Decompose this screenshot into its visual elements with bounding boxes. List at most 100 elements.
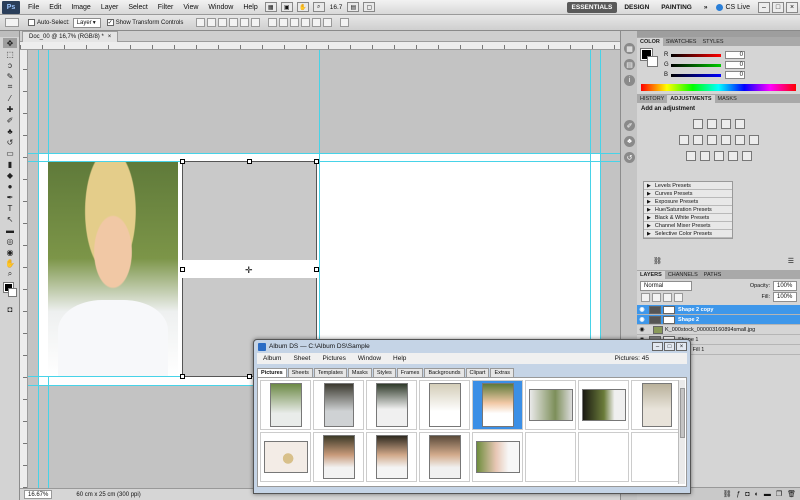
3d-rotate-tool-icon[interactable]: ◎ (3, 236, 17, 246)
preset-channel-mixer[interactable]: ▶ Channel Mixer Presets (644, 222, 732, 230)
path-select-tool-icon[interactable]: ↖ (3, 214, 17, 224)
arrange-documents-icon[interactable]: ▤ (347, 2, 360, 12)
picture-thumbnail[interactable] (313, 380, 364, 430)
cs-live-button[interactable]: CS Live (716, 3, 750, 11)
workspace-more[interactable]: » (699, 2, 713, 13)
maximize-button[interactable]: □ (772, 1, 784, 13)
vibrance-icon[interactable] (678, 135, 689, 145)
transform-center-icon[interactable]: ✛ (245, 265, 253, 276)
layer-row-shape-2[interactable]: ◉ Shape 2 (637, 315, 800, 325)
picture-thumbnail[interactable] (366, 432, 417, 482)
ruler-horizontal[interactable] (20, 42, 620, 50)
curves-icon[interactable] (720, 119, 731, 129)
album-tab-templates[interactable]: Templates (313, 368, 347, 377)
channel-value-b[interactable]: 0 (725, 71, 745, 79)
opacity-field[interactable]: 100% (773, 281, 797, 291)
screen-mode-icon[interactable]: ▢ (363, 2, 376, 12)
picture-thumbnail[interactable] (419, 432, 470, 482)
transform-handle-tr[interactable] (314, 159, 319, 164)
tab-swatches[interactable]: SWATCHES (663, 38, 700, 46)
lock-transparency-icon[interactable] (641, 292, 650, 302)
album-menu-window[interactable]: Window (352, 355, 387, 362)
preset-curves[interactable]: ▶ Curves Presets (644, 190, 732, 198)
album-close-button[interactable]: × (676, 342, 687, 351)
eraser-tool-icon[interactable]: ▭ (3, 148, 17, 158)
auto-select-dropdown[interactable]: Layer ▼ (72, 17, 101, 28)
quick-mask-icon[interactable]: ◘ (3, 304, 17, 314)
mini-bridge-dock-icon[interactable]: ▦ (624, 43, 635, 54)
invert-icon[interactable] (685, 151, 696, 161)
zoom-level[interactable]: 16.7 (330, 4, 343, 11)
distribute-top-icon[interactable] (268, 18, 278, 27)
distribute-left-icon[interactable] (301, 18, 311, 27)
gradient-map-icon[interactable] (727, 151, 738, 161)
status-zoom[interactable]: 16.67% (24, 490, 53, 499)
transform-handle-ml[interactable] (180, 267, 185, 272)
hand-tool-icon[interactable]: ✋ (296, 2, 309, 12)
bridge-icon[interactable]: ▦ (264, 2, 277, 12)
workspace-design[interactable]: DESIGN (619, 2, 654, 13)
album-menu-sheet[interactable]: Sheet (287, 355, 316, 362)
album-tab-pictures[interactable]: Pictures (257, 368, 287, 377)
visibility-eye-icon[interactable]: ◉ (637, 316, 647, 323)
album-tab-backgrounds[interactable]: Backgrounds (424, 368, 465, 377)
album-minimize-button[interactable]: – (652, 342, 663, 351)
link-layers-icon[interactable]: ⛓ (723, 490, 732, 498)
show-transform-checkbox[interactable]: ✓ (106, 19, 114, 26)
color-balance-icon[interactable] (706, 135, 717, 145)
exposure-icon[interactable] (734, 119, 745, 129)
align-hcenter-icon[interactable] (240, 18, 250, 27)
guide-horizontal[interactable] (28, 153, 620, 154)
threshold-icon[interactable] (713, 151, 724, 161)
ruler-vertical[interactable] (20, 50, 28, 488)
transform-handle-mr[interactable] (314, 267, 319, 272)
brush-tool-icon[interactable]: ✐ (3, 115, 17, 125)
picture-thumbnail[interactable] (366, 380, 417, 430)
crop-tool-icon[interactable]: ⌗ (3, 82, 17, 92)
workspace-painting[interactable]: PAINTING (656, 2, 697, 13)
align-left-icon[interactable] (229, 18, 239, 27)
picture-thumbnail[interactable] (578, 380, 629, 430)
tab-color[interactable]: COLOR (637, 38, 663, 46)
pen-tool-icon[interactable]: ✒ (3, 192, 17, 202)
zoom-tool-icon-left[interactable]: ⌕ (3, 269, 17, 279)
eyedropper-tool-icon[interactable]: ⁄ (3, 93, 17, 103)
marquee-tool-icon[interactable]: ⬚ (3, 49, 17, 59)
shape-tool-icon[interactable]: ▬ (3, 225, 17, 235)
align-right-icon[interactable] (251, 18, 261, 27)
distribute-right-icon[interactable] (323, 18, 333, 27)
auto-align-icon[interactable] (340, 18, 350, 27)
color-slider-r[interactable]: R 0 (664, 50, 745, 60)
photo-filter-icon[interactable] (734, 135, 745, 145)
align-vcenter-icon[interactable] (207, 18, 217, 27)
menu-filter[interactable]: Filter (153, 4, 179, 11)
lock-pixels-icon[interactable] (652, 292, 661, 302)
menu-view[interactable]: View (178, 4, 203, 11)
adjustments-clip-icon[interactable]: ⛓ (653, 257, 662, 265)
album-title-bar[interactable]: Album DS — C:\Album DS\Sample – □ × (254, 340, 690, 353)
channel-mixer-icon[interactable] (748, 135, 759, 145)
history-brush-tool-icon[interactable]: ↺ (3, 137, 17, 147)
type-tool-icon[interactable]: T (3, 203, 17, 213)
lasso-tool-icon[interactable]: ↄ (3, 60, 17, 70)
picture-thumbnail-empty[interactable] (525, 432, 576, 482)
levels-icon[interactable] (706, 119, 717, 129)
distribute-vcenter-icon[interactable] (279, 18, 289, 27)
album-tab-extras[interactable]: Extras (490, 368, 515, 377)
blend-mode-dropdown[interactable]: Normal (640, 281, 692, 291)
auto-select-checkbox[interactable] (28, 19, 35, 26)
transform-handle-bl[interactable] (180, 374, 185, 379)
workspace-essentials[interactable]: ESSENTIALS (566, 1, 618, 13)
add-mask-icon[interactable]: ◘ (745, 491, 749, 498)
tab-history[interactable]: HISTORY (637, 95, 667, 103)
picture-thumbnail[interactable] (631, 380, 682, 430)
pictures-scrollbar-thumb[interactable] (680, 388, 685, 438)
channel-value-r[interactable]: 0 (725, 51, 745, 59)
black-white-icon[interactable] (720, 135, 731, 145)
preset-hue-saturation[interactable]: ▶ Hue/Saturation Presets (644, 206, 732, 214)
clone-source-dock-icon[interactable]: ♣ (624, 136, 635, 147)
preset-exposure[interactable]: ▶ Exposure Presets (644, 198, 732, 206)
menu-layer[interactable]: Layer (96, 4, 124, 11)
document-tab[interactable]: Doc_00 @ 16,7% (RGB/8) * × (22, 31, 119, 42)
album-menu-pictures[interactable]: Pictures (316, 355, 351, 362)
